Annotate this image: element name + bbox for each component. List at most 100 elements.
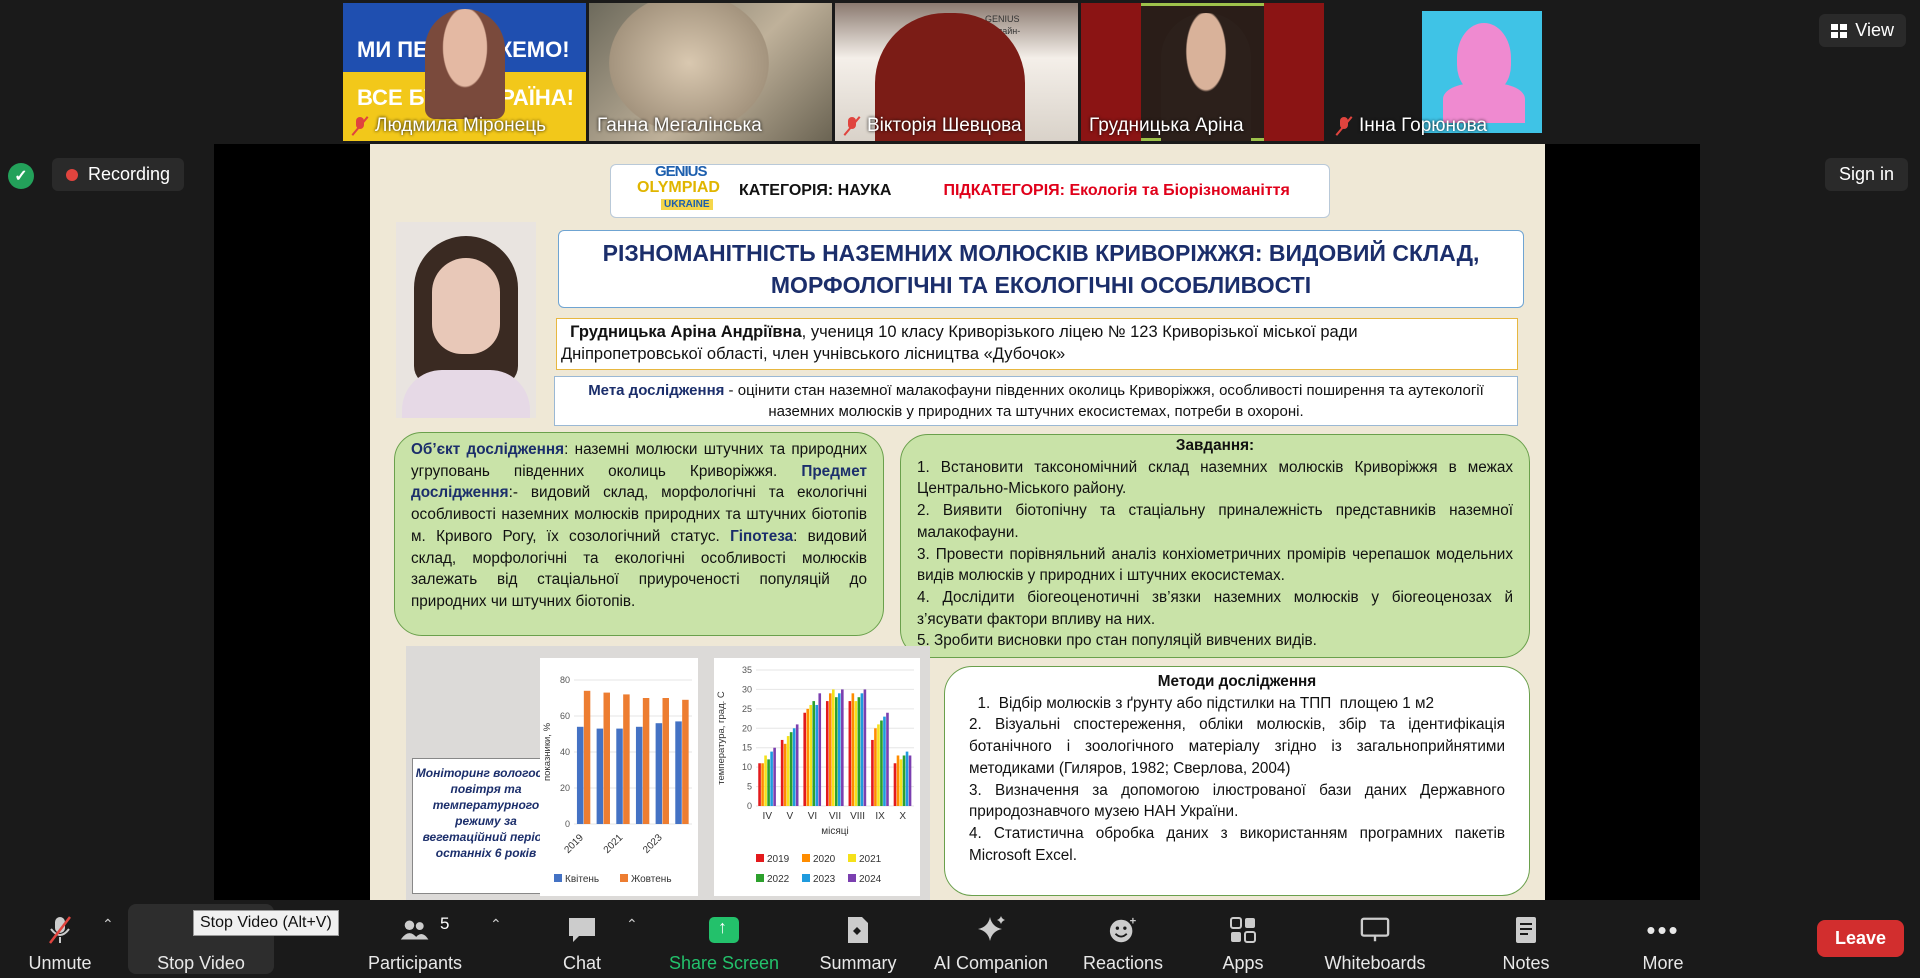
bar: [874, 728, 877, 806]
apps-icon: [1228, 915, 1258, 945]
bar: [770, 751, 773, 806]
bar: [642, 698, 650, 824]
participant-tile[interactable]: Ганна Мегалінська: [589, 3, 832, 141]
legend-label: 2020: [813, 854, 836, 865]
tasks-box: Завдання: 1. Встановити таксономічний ск…: [900, 434, 1530, 658]
bar: [616, 728, 623, 824]
grid-view-icon: [1831, 23, 1848, 38]
bar: [623, 694, 630, 824]
participant-tile[interactable]: Інна Горюнова: [1327, 3, 1570, 141]
chat-button[interactable]: Chat: [542, 900, 622, 978]
legend-label: Жовтень: [631, 874, 672, 885]
participant-name: Вікторія Шевцова: [867, 115, 1022, 136]
share-screen-button[interactable]: Share Screen: [664, 900, 784, 978]
y-tick-label: 0: [747, 801, 752, 811]
share-screen-label: Share Screen: [668, 953, 780, 973]
bar: [863, 689, 867, 806]
reactions-button[interactable]: + Reactions: [1076, 900, 1170, 978]
category-label: КАТЕГОРІЯ: НАУКА: [739, 182, 892, 199]
bar: [596, 728, 604, 824]
participant-tile-active-speaker[interactable]: Грудницька Аріна: [1081, 3, 1324, 141]
participant-tile[interactable]: GENIUS Онлайн- 2025 Вікторія Шевцова: [835, 3, 1078, 141]
participant-name: Людмила Міронець: [375, 115, 547, 136]
stop-video-tooltip: Stop Video (Alt+V): [193, 910, 339, 936]
bar: [655, 723, 663, 824]
bar: [662, 698, 669, 824]
olympiad-logo: GENIUS OLYMPIAD UKRAINE: [615, 161, 720, 221]
x-tick-label: V: [787, 811, 794, 822]
reactions-label: Reactions: [1082, 953, 1164, 973]
bar: [809, 704, 813, 806]
x-tick-label: VI: [808, 811, 817, 822]
participants-button[interactable]: Participants: [360, 900, 470, 978]
y-tick-label: 60: [560, 711, 570, 721]
more-button[interactable]: ••• More: [1626, 900, 1700, 978]
mic-muted-icon: [45, 915, 75, 945]
chat-label: Chat: [562, 953, 602, 973]
notes-button[interactable]: Notes: [1486, 900, 1566, 978]
security-shield-icon[interactable]: ✓: [8, 163, 34, 189]
logo-text: OLYMPIAD: [637, 179, 720, 196]
unmute-label: Unmute: [28, 953, 92, 973]
ai-companion-label: AI Companion: [933, 953, 1049, 973]
bar: [786, 736, 790, 806]
apps-button[interactable]: Apps: [1206, 900, 1280, 978]
share-screen-icon: [709, 915, 739, 945]
temperature-chart-svg: 0 5 10 15 20 25 30 35 IV V VI VII VIII IX Xтемпература…: [716, 665, 914, 885]
view-button[interactable]: View: [1819, 14, 1906, 47]
bar: [899, 759, 903, 806]
bar: [835, 697, 838, 806]
methods-box: Методи дослідження 1. Відбір молюсків з …: [944, 666, 1530, 896]
participant-name: Інна Горюнова: [1359, 115, 1488, 136]
more-label: More: [1642, 953, 1684, 973]
whiteboards-button[interactable]: Whiteboards: [1300, 900, 1450, 978]
y-tick-label: 20: [742, 723, 752, 733]
research-goal: Мета дослідження - оцінити стан наземної…: [554, 376, 1518, 426]
recording-indicator[interactable]: Recording: [52, 158, 185, 191]
sign-in-button[interactable]: Sign in: [1824, 158, 1908, 191]
x-tick-label: 2019: [562, 832, 586, 856]
bar: [902, 755, 906, 806]
charts-panel: Моніторинг вологості повітря та температ…: [406, 646, 930, 900]
whiteboards-label: Whiteboards: [1324, 953, 1426, 973]
summary-button[interactable]: Summary: [808, 900, 908, 978]
method-item: 1. Відбір молюсків з ґрунту або підстилк…: [969, 694, 1435, 712]
author-details-line2: Дніпропетровської області, член учнівськ…: [561, 345, 1066, 363]
bar: [773, 747, 776, 806]
recording-dot-icon: [66, 168, 78, 181]
participants-icon: [400, 915, 430, 945]
methods-title: Методи дослідження: [1157, 673, 1317, 690]
author-name: Грудницька Аріна Андріївна: [570, 323, 802, 341]
bar: [806, 708, 810, 806]
bar: [764, 755, 767, 806]
x-tick-label: 2021: [602, 832, 626, 856]
bar: [635, 726, 643, 824]
task-item: 2. Виявити біотопічну та стаціальну прин…: [917, 502, 1513, 541]
ai-companion-button[interactable]: AI Companion: [926, 900, 1056, 978]
bar: [758, 763, 761, 806]
bar: [792, 728, 796, 806]
svg-text:+: +: [1130, 915, 1137, 927]
participants-label: Participants: [367, 953, 463, 973]
participants-options-chevron-icon[interactable]: ⌃: [490, 916, 502, 933]
alien-avatar-icon: [1443, 23, 1525, 123]
more-dots-icon: •••: [1646, 914, 1680, 945]
bar: [883, 716, 886, 806]
leave-button[interactable]: Leave: [1816, 920, 1904, 957]
participant-tile[interactable]: МИ ПЕРЕМОЖЕМО! ВСЕ БУДЕ УКРАЇНА! Людмила…: [343, 3, 586, 141]
mic-muted-icon: [351, 116, 369, 136]
bar: [818, 693, 822, 806]
unmute-button[interactable]: Unmute: [18, 900, 102, 978]
bar: [854, 701, 858, 806]
audio-options-chevron-icon[interactable]: ⌃: [102, 916, 114, 933]
y-tick-label: 25: [742, 704, 752, 714]
bar: [767, 759, 770, 806]
legend-swatch: [802, 874, 810, 882]
chat-icon: [567, 915, 597, 945]
bar: [789, 732, 793, 806]
participant-name: Ганна Мегалінська: [597, 115, 762, 136]
bar: [803, 712, 807, 806]
chat-options-chevron-icon[interactable]: ⌃: [626, 916, 638, 933]
logo-text: UKRAINE: [661, 199, 713, 210]
bar: [857, 697, 861, 806]
